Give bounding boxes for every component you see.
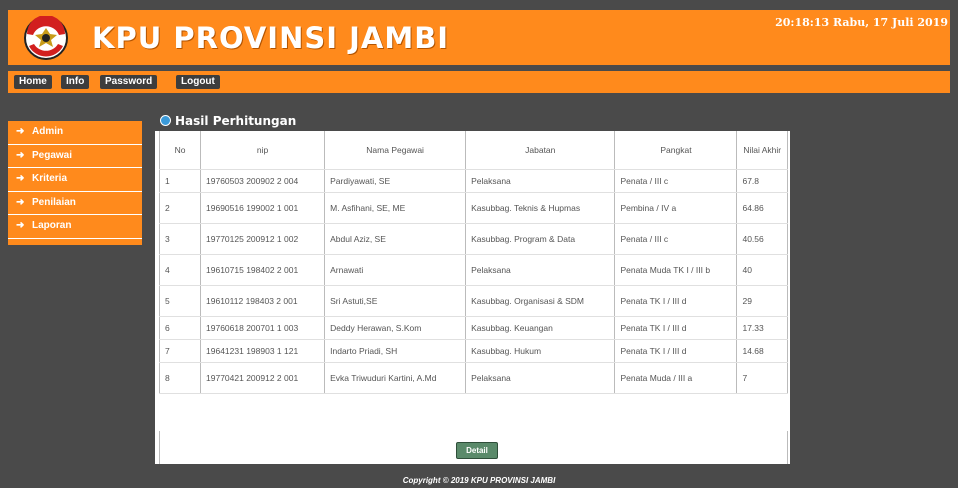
cell-nama: Abdul Aziz, SE [324, 223, 467, 255]
date-time-display: 20:18:13 Rabu, 17 Juli 2019 [775, 16, 948, 29]
cell-nama: M. Asfihani, SE, ME [324, 192, 467, 224]
site-header: KPU PROVINSI JAMBI 20:18:13 Rabu, 17 Jul… [8, 10, 950, 65]
cell-jabatan: Kasubbag. Organisasi & SDM [465, 285, 616, 317]
cell-jabatan: Pelaksana [465, 254, 616, 286]
arrow-right-icon: ➜ [16, 126, 25, 137]
sidebar-item-admin[interactable]: ➜ Admin [8, 121, 142, 145]
arrow-right-icon: ➜ [16, 173, 25, 184]
arrow-right-icon: ➜ [16, 220, 25, 231]
cell-no: 8 [158, 362, 202, 394]
cell-pangkat: Penata Muda / III a [614, 362, 738, 394]
cell-nilai: 64.86 [736, 192, 788, 224]
cell-pangkat: Penata TK I / III d [614, 285, 738, 317]
cell-nip: 19770421 200912 2 001 [200, 362, 326, 394]
copyright-footer: Copyright © 2019 KPU PROVINSI JAMBI [402, 476, 556, 485]
cell-pangkat: Penata TK I / III d [614, 339, 738, 363]
cell-no: 1 [158, 169, 202, 193]
sidebar-item-pegawai[interactable]: ➜ Pegawai [8, 145, 142, 168]
cell-nip: 19610715 198402 2 001 [200, 254, 326, 286]
arrow-right-icon: ➜ [16, 196, 25, 208]
sidebar-item-penilaian[interactable]: ➜ Penilaian [8, 192, 142, 215]
cell-nama: Pardiyawati, SE [324, 169, 467, 193]
sidebar-item-kriteria[interactable]: ➜ Kriteria [8, 168, 142, 192]
cell-nip: 19760503 200902 2 004 [200, 169, 326, 193]
nav-password-button[interactable]: Password [100, 75, 158, 89]
cell-nip: 19641231 198903 1 121 [200, 339, 326, 363]
cell-nama: Sri Astuti,SE [324, 285, 467, 317]
cell-nip: 19760618 200701 1 003 [200, 316, 326, 340]
cell-nama: Indarto Priadi, SH [324, 339, 467, 363]
col-header-pangkat: Pangkat [614, 131, 738, 170]
nav-logout-button[interactable]: Logout [176, 75, 220, 89]
nav-home-button[interactable]: Home [14, 75, 52, 89]
cell-nilai: 14.68 [736, 339, 788, 363]
cell-pangkat: Penata / III c [614, 169, 738, 193]
results-table: No nip Nama Pegawai Jabatan Pangkat Nila… [158, 131, 788, 394]
detail-button[interactable]: Detail [456, 442, 498, 459]
col-header-jabatan: Jabatan [465, 131, 616, 170]
cell-nama: Deddy Herawan, S.Kom [324, 316, 467, 340]
cell-nip: 19610112 198403 2 001 [200, 285, 326, 317]
table-footer: Detail [159, 431, 788, 464]
cell-no: 4 [158, 254, 202, 286]
cell-no: 6 [158, 316, 202, 340]
cell-nilai: 29 [736, 285, 788, 317]
cell-no: 5 [158, 285, 202, 317]
cell-pangkat: Pembina / IV a [614, 192, 738, 224]
sidebar-item-label: Penilaian [32, 196, 76, 208]
cell-jabatan: Pelaksana [465, 362, 616, 394]
cell-pangkat: Penata TK I / III d [614, 316, 738, 340]
cell-nilai: 17.33 [736, 316, 788, 340]
table-row: 5 19610112 198403 2 001 Sri Astuti,SE Ka… [158, 285, 788, 317]
col-header-nilai: Nilai Akhir [736, 131, 788, 170]
table-row: 4 19610715 198402 2 001 Arnawati Pelaksa… [158, 254, 788, 286]
col-header-nip: nip [200, 131, 326, 170]
sidebar-item-laporan[interactable]: ➜ Laporan [8, 215, 142, 239]
table-row: 2 19690516 199002 1 001 M. Asfihani, SE,… [158, 192, 788, 224]
cell-nip: 19770125 200912 1 002 [200, 223, 326, 255]
section-title: Hasil Perhitungan [160, 114, 296, 128]
site-title: KPU PROVINSI JAMBI [92, 21, 450, 55]
sidebar-menu: ➜ Admin ➜ Pegawai ➜ Kriteria ➜ Penilaian ➜ La… [8, 121, 142, 245]
cell-nip: 19690516 199002 1 001 [200, 192, 326, 224]
sidebar-item-label: Kriteria [32, 173, 68, 184]
sidebar-item-label: Pegawai [32, 149, 73, 161]
arrow-right-icon: ➜ [16, 149, 25, 161]
table-row: 1 19760503 200902 2 004 Pardiyawati, SE … [158, 169, 788, 193]
cell-nama: Evka Triwuduri Kartini, A.Md [324, 362, 467, 394]
cell-nama: Arnawati [324, 254, 467, 286]
col-header-no: No [158, 131, 202, 170]
cell-no: 3 [158, 223, 202, 255]
cell-nilai: 67.8 [736, 169, 788, 193]
table-row: 7 19641231 198903 1 121 Indarto Priadi, … [158, 339, 788, 363]
cell-jabatan: Pelaksana [465, 169, 616, 193]
bullet-icon [160, 115, 171, 126]
cell-jabatan: Kasubbag. Keuangan [465, 316, 616, 340]
col-header-nama: Nama Pegawai [324, 131, 467, 170]
sidebar-item-label: Admin [32, 126, 64, 137]
cell-nilai: 7 [736, 362, 788, 394]
cell-no: 7 [158, 339, 202, 363]
top-navbar: Home Info Password Logout [8, 71, 950, 93]
table-row: 8 19770421 200912 2 001 Evka Triwuduri K… [158, 362, 788, 394]
cell-no: 2 [158, 192, 202, 224]
table-row: 3 19770125 200912 1 002 Abdul Aziz, SE K… [158, 223, 788, 255]
sidebar-item-label: Laporan [32, 220, 72, 231]
cell-nilai: 40 [736, 254, 788, 286]
kpu-logo-icon [24, 16, 68, 60]
cell-jabatan: Kasubbag. Program & Data [465, 223, 616, 255]
cell-pangkat: Penata Muda TK I / III b [614, 254, 738, 286]
table-header-row: No nip Nama Pegawai Jabatan Pangkat Nila… [158, 131, 788, 170]
table-row: 6 19760618 200701 1 003 Deddy Herawan, S… [158, 316, 788, 340]
cell-jabatan: Kasubbag. Teknis & Hupmas [465, 192, 616, 224]
nav-info-button[interactable]: Info [61, 75, 90, 89]
cell-jabatan: Kasubbag. Hukum [465, 339, 616, 363]
section-title-text: Hasil Perhitungan [175, 114, 297, 128]
cell-nilai: 40.56 [736, 223, 788, 255]
results-panel: No nip Nama Pegawai Jabatan Pangkat Nila… [155, 131, 790, 464]
cell-pangkat: Penata / III c [614, 223, 738, 255]
